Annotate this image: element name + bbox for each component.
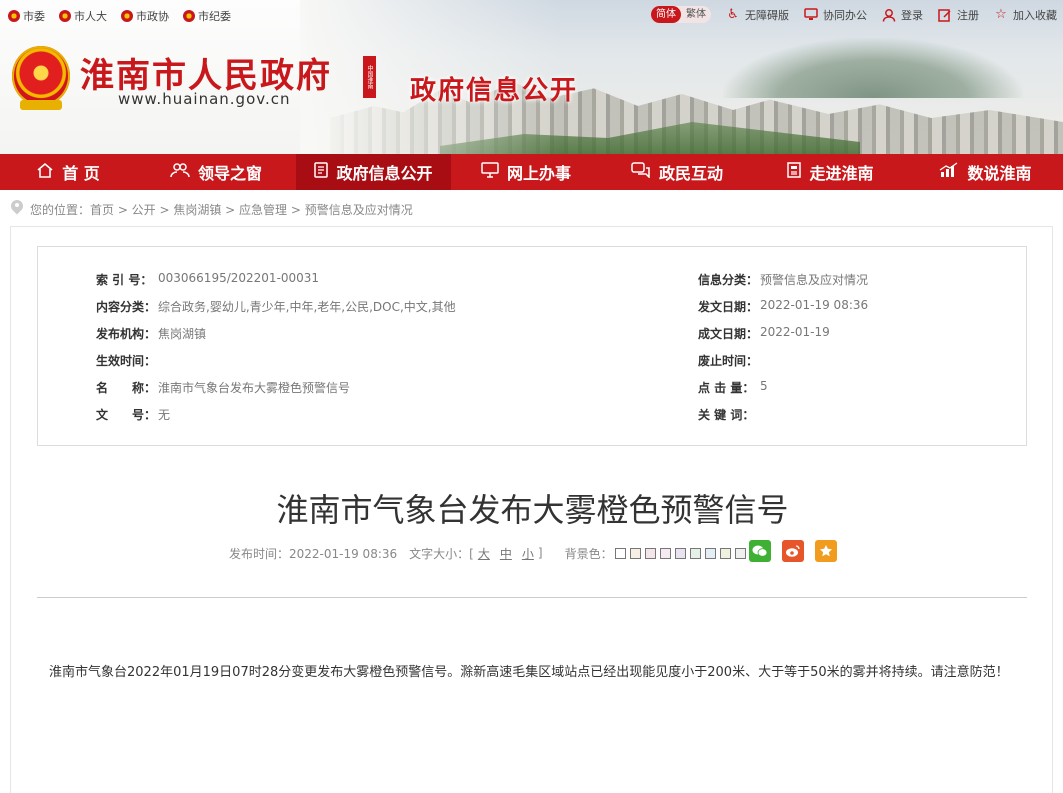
article-body: 淮南市气象台2022年01月19日07时28分变更发布大雾橙色预警信号。滁新高速… [49,665,1009,680]
banner-mountain [723,38,1023,98]
meta-publisher: 发布机构： 焦岗湖镇 [96,327,207,341]
content-area: 索 引 号： 003066195/202201-00031 内容分类： 综合政务,婴… [10,226,1053,793]
nav-item-about-huainan[interactable]: 走进淮南 [753,154,908,190]
star-icon: ☆ [995,7,1007,22]
article-title: 淮南市气象台发布大雾橙色预警信号 [276,491,789,529]
wheelchair-icon: ♿ [727,7,739,22]
nav-item-leaders[interactable]: 领导之窗 [136,154,296,190]
people-icon [170,162,190,182]
top-link-peoples-congress[interactable]: 市人大 [59,8,107,24]
top-utility-bar: 市委 市人大 市政协 市纪委 简体 繁体 ♿ 无障碍版 协同办公 登录 注册 ☆… [0,0,1063,32]
nav-item-data[interactable]: 数说淮南 [908,154,1063,190]
nav-item-gov-info[interactable]: 政府信息公开 [296,154,451,190]
font-size-medium-button[interactable]: 中 [500,545,512,562]
meta-info-category: 信息分类： 预警信息及应对情况 [698,273,869,287]
content-divider [37,597,1027,598]
monitor-icon [803,7,819,23]
section-title: 政府信息公开 [410,76,579,106]
meta-doc-number: 文 号：无 [96,408,171,422]
font-size-label: 文字大小：[ [409,546,474,561]
top-links: 市委 市人大 市政协 市纪委 [8,8,231,24]
background-color-swatch[interactable] [614,547,626,559]
top-link-party-committee[interactable]: 市委 [8,8,45,24]
chart-icon [939,162,959,182]
background-color-label: 背景色： [564,546,613,561]
background-color-swatch[interactable] [629,547,641,559]
monitor-icon [481,162,499,182]
breadcrumb-text[interactable]: 您的位置：首页 > 公开 > 焦岗湖镇 > 应急管理 > 预警信息及应对情况 [30,201,413,218]
edit-icon [937,7,953,23]
meta-issue-date: 发文日期： 2022-01-19 08:36 [698,298,869,314]
breadcrumb: 您的位置：首页 > 公开 > 焦岗湖镇 > 应急管理 > 预警信息及应对情况 [10,198,413,220]
book-icon [787,162,802,182]
background-color-swatch[interactable] [674,547,686,559]
meta-index-number: 索 引 号： 003066195/202201-00031 [96,271,320,287]
font-size-close: ] [537,546,543,560]
add-favorite-link[interactable]: ☆ 加入收藏 [993,7,1057,23]
top-right-tools: 简体 繁体 ♿ 无障碍版 协同办公 登录 注册 ☆ 加入收藏 [651,6,1057,23]
office-link[interactable]: 协同办公 [803,7,867,23]
meta-effective-date: 生效时间： [96,354,157,368]
weibo-share-button[interactable] [782,540,804,562]
accessibility-link[interactable]: ♿ 无障碍版 [725,7,789,23]
meta-click-count: 点 击 量： 5 [698,379,768,395]
meta-content-category: 内容分类： 综合政务,婴幼儿,青少年,中年,老年,公民,DOC,中文,其他 [96,300,456,314]
site-url: www.huainan.gov.cn [118,90,291,108]
font-size-options: 大 中 小 [478,545,534,562]
meta-written-date: 成文日期： 2022-01-19 [698,325,830,341]
party-emblem-icon [183,10,195,22]
user-icon [881,7,897,23]
weibo-icon [786,545,800,557]
meta-name: 名 称： 淮南市气象台发布大雾橙色预警信号 [96,381,351,395]
wechat-share-button[interactable] [749,540,771,562]
top-link-discipline-commission[interactable]: 市纪委 [183,8,231,24]
nav-item-home[interactable]: 首 页 [0,154,136,190]
chat-icon [631,162,651,182]
document-icon [314,162,329,182]
background-color-swatch[interactable] [719,547,731,559]
language-toggle: 简体 繁体 [651,6,711,23]
nav-item-interaction[interactable]: 政民互动 [601,154,753,190]
wechat-icon [752,545,768,557]
location-pin-icon [10,200,24,218]
font-size-large-button[interactable]: 大 [478,545,490,562]
meta-expiry-date: 废止时间： [698,354,759,368]
lang-simplified-button[interactable]: 简体 [651,6,681,23]
login-link[interactable]: 登录 [881,7,923,23]
publish-time: 发布时间：2022-01-19 08:36 [229,546,398,561]
background-color-swatch[interactable] [644,547,656,559]
cppcc-emblem-icon [121,10,133,22]
background-color-swatches [614,547,746,559]
national-emblem-logo[interactable] [12,46,70,110]
meta-keywords: 关 键 词： [698,408,755,422]
top-link-cppcc[interactable]: 市政协 [121,8,169,24]
lang-traditional-button[interactable]: 繁体 [681,6,711,23]
register-link[interactable]: 注册 [937,7,979,23]
party-emblem-icon [8,10,20,22]
nav-item-online-services[interactable]: 网上办事 [451,154,601,190]
background-color-swatch[interactable] [704,547,716,559]
home-icon [36,162,54,182]
favorite-icon [820,545,832,557]
seal-stamp: 中国淮南 [363,56,376,98]
article-info-line: 发布时间：2022-01-19 08:36 文字大小：[ 大 中 小 ] 背景色… [229,542,746,564]
background-color-swatch[interactable] [689,547,701,559]
background-color-swatch[interactable] [734,547,746,559]
metadata-table: 索 引 号： 003066195/202201-00031 内容分类： 综合政务,婴… [37,246,1027,446]
main-nav: 首 页 领导之窗 政府信息公开 网上办事 政民互动 走进淮南 数说淮南 [0,154,1063,190]
national-emblem-icon [59,10,71,22]
background-color-swatch[interactable] [659,547,671,559]
favorite-share-button[interactable] [815,540,837,562]
font-size-small-button[interactable]: 小 [522,545,534,562]
